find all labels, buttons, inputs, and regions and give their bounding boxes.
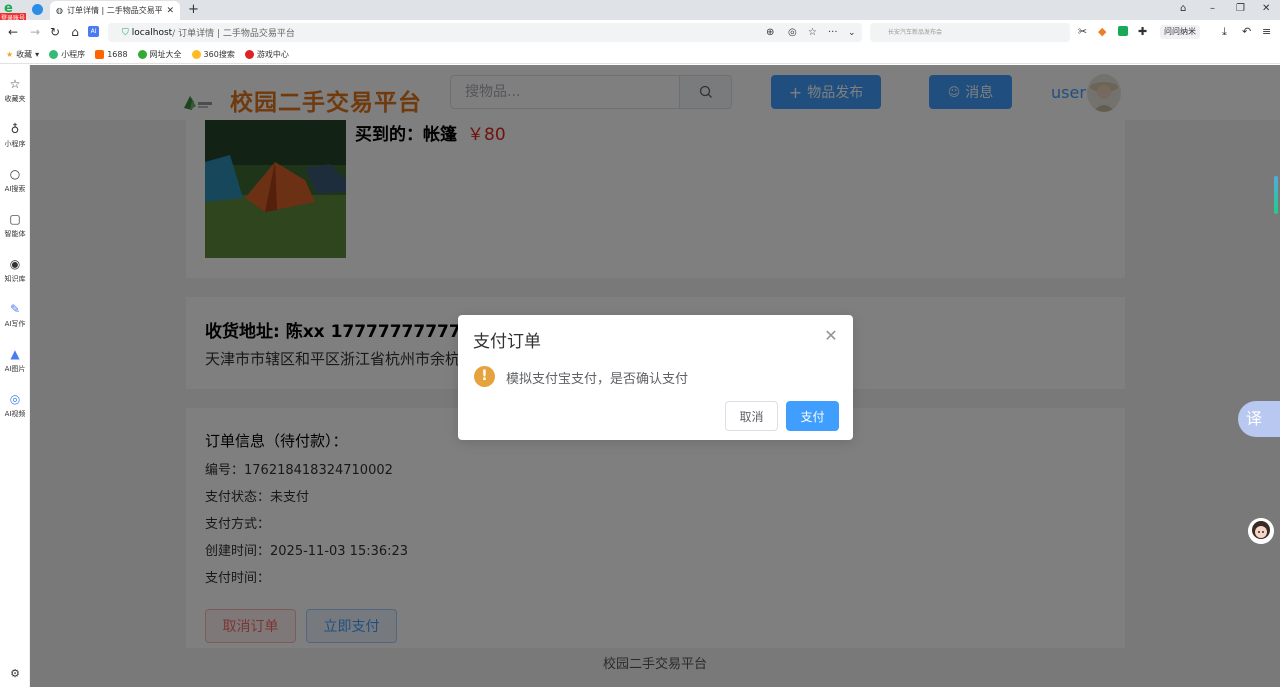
wechat-icon[interactable] [1118, 26, 1128, 36]
url-path: / 订单详情 | 二手物品交易平台 [172, 29, 295, 39]
minimize-icon[interactable]: – [1210, 3, 1215, 14]
dialog-title: 支付订单 [473, 332, 541, 352]
zoom-icon[interactable]: ⊕ [766, 27, 774, 38]
scrollbar-thumb[interactable] [1274, 176, 1278, 214]
chevron-down-icon[interactable]: ⌄ [848, 28, 856, 38]
shield-icon: ⛉ [122, 27, 129, 38]
rail-favorites[interactable]: ☆ 收藏夹 [0, 77, 30, 104]
link-icon: ♁ [10, 122, 20, 136]
image-icon: ▲ [10, 347, 20, 361]
browser-address-bar: ← → ↻ ⌂ AI ⛉ localhost / 订单详情 | 二手物品交易平台… [0, 20, 1280, 45]
bookmarks-bar: ★ 收藏 ▾ 小程序 1688 网址大全 360搜索 游戏中心 [0, 45, 1280, 64]
bookmark-label: 收藏 [16, 49, 33, 59]
star-icon: ☆ [9, 77, 21, 91]
ai-icon[interactable]: AI [88, 26, 99, 37]
bookmark-label: 1688 [107, 49, 128, 59]
window-close-icon[interactable]: ✕ [1262, 3, 1270, 14]
rail-ai-search[interactable]: ○ AI搜索 [0, 167, 30, 194]
settings-icon[interactable]: ⚙ [0, 667, 30, 680]
rail-miniapp[interactable]: ♁ 小程序 [0, 122, 30, 149]
rail-ai-write[interactable]: ✎ AI写作 [0, 302, 30, 329]
bookmark-label: 网址大全 [149, 49, 182, 59]
dialog-confirm-button[interactable]: 支付 [786, 401, 839, 431]
browser-tab-bar: e 登录账号 ◍ 订单详情 | 二手物品交易平台 ✕ + ⌂ – ❐ ✕ [0, 0, 1280, 22]
home-icon[interactable]: ⌂ [68, 25, 82, 39]
game-icon [244, 49, 254, 59]
bookmark-item[interactable]: 网址大全 [137, 49, 182, 60]
star-filled-icon: ★ [6, 49, 14, 59]
bookmark-label: 360搜索 [203, 49, 235, 59]
browser-search-field[interactable]: 长安汽车新品发布会 [870, 23, 1070, 42]
rail-label: AI写作 [4, 320, 26, 328]
tab-close-icon[interactable]: ✕ [166, 6, 174, 16]
wangzhi-icon [137, 49, 147, 59]
bookmark-item[interactable]: 游戏中心 [244, 49, 289, 60]
rail-ai-video[interactable]: ◎ AI视频 [0, 392, 30, 419]
bookmark-item[interactable]: 小程序 [49, 49, 85, 60]
rail-label: AI搜索 [4, 185, 26, 193]
pay-order-dialog: 支付订单 ✕ ! 模拟支付宝支付，是否确认支付 取消 支付 [458, 315, 853, 440]
location-icon[interactable]: ◎ [788, 27, 797, 38]
search-icon: ○ [9, 167, 21, 181]
rail-label: AI图片 [4, 365, 26, 373]
search-hint: 长安汽车新品发布会 [888, 29, 943, 36]
rail-label: 小程序 [4, 140, 26, 148]
wenwen-label: 问问纳米 [1164, 27, 1196, 36]
back-icon[interactable]: ← [6, 25, 20, 39]
telegram-icon[interactable] [32, 4, 43, 15]
menu-icon[interactable]: ≡ [1262, 25, 1271, 38]
url-host: localhost [131, 27, 173, 38]
bookmark-item[interactable]: 360搜索 [191, 49, 235, 60]
pen-icon: ✎ [9, 302, 21, 316]
close-icon[interactable]: ✕ [824, 328, 838, 344]
rail-agent[interactable]: ▢ 智能体 [0, 212, 30, 239]
rail-label: 知识库 [4, 275, 26, 283]
rail-ai-image[interactable]: ▲ AI图片 [0, 347, 30, 374]
assistant-avatar[interactable] [1248, 518, 1274, 544]
more-icon[interactable]: ··· [828, 27, 838, 38]
bulb-icon: ◉ [9, 257, 21, 271]
bookmark-label: 小程序 [61, 49, 86, 59]
rail-label: 收藏夹 [4, 95, 26, 103]
rail-knowledge[interactable]: ◉ 知识库 [0, 257, 30, 284]
rail-label: AI视频 [4, 410, 26, 418]
warning-icon: ! [474, 366, 495, 387]
bookmark-label: 游戏中心 [256, 49, 289, 59]
puzzle-icon[interactable]: ✚ [1138, 25, 1147, 38]
translate-button[interactable]: 译 [1238, 401, 1280, 437]
ext-wenwen[interactable]: 问问纳米 [1160, 25, 1200, 39]
robot-icon: ▢ [9, 212, 21, 226]
forward-icon[interactable]: → [28, 25, 42, 39]
bookmark-item[interactable]: 1688 [95, 49, 128, 59]
tab-title: 订单详情 | 二手物品交易平台 [66, 6, 163, 15]
download-icon[interactable]: ⤓ [1222, 25, 1227, 39]
extension-icon[interactable]: ◆ [1098, 25, 1106, 38]
restore-icon[interactable]: ❐ [1236, 3, 1245, 14]
chevron-down-icon: ▾ [35, 49, 40, 59]
video-icon: ◎ [9, 392, 21, 406]
reload-icon[interactable]: ↻ [48, 25, 62, 39]
scissors-icon[interactable]: ✂ [1078, 25, 1087, 38]
url-field[interactable]: ⛉ localhost / 订单详情 | 二手物品交易平台 ⊕ ◎ ☆ ··· … [108, 23, 862, 42]
rail-label: 智能体 [4, 230, 26, 238]
1688-icon [95, 49, 105, 59]
browser-tab-active[interactable]: ◍ 订单详情 | 二手物品交易平台 ✕ [50, 1, 180, 20]
new-tab-icon[interactable]: + [188, 2, 199, 17]
undo-icon[interactable]: ↶ [1242, 25, 1251, 38]
globe-icon: ◍ [56, 6, 63, 15]
360-icon [191, 49, 201, 59]
side-rail: ☆ 收藏夹 ♁ 小程序 ○ AI搜索 ▢ 智能体 ◉ 知识库 ✎ AI写作 ▲ AI图片 ◎ A… [0, 65, 30, 687]
star-icon[interactable]: ☆ [808, 27, 817, 38]
shirt-icon[interactable]: ⌂ [1180, 3, 1186, 14]
dialog-cancel-button[interactable]: 取消 [725, 401, 778, 431]
dialog-message: 模拟支付宝支付，是否确认支付 [506, 372, 689, 387]
miniapp-icon [49, 49, 59, 59]
bookmark-item[interactable]: ★ 收藏 ▾ [6, 49, 39, 60]
